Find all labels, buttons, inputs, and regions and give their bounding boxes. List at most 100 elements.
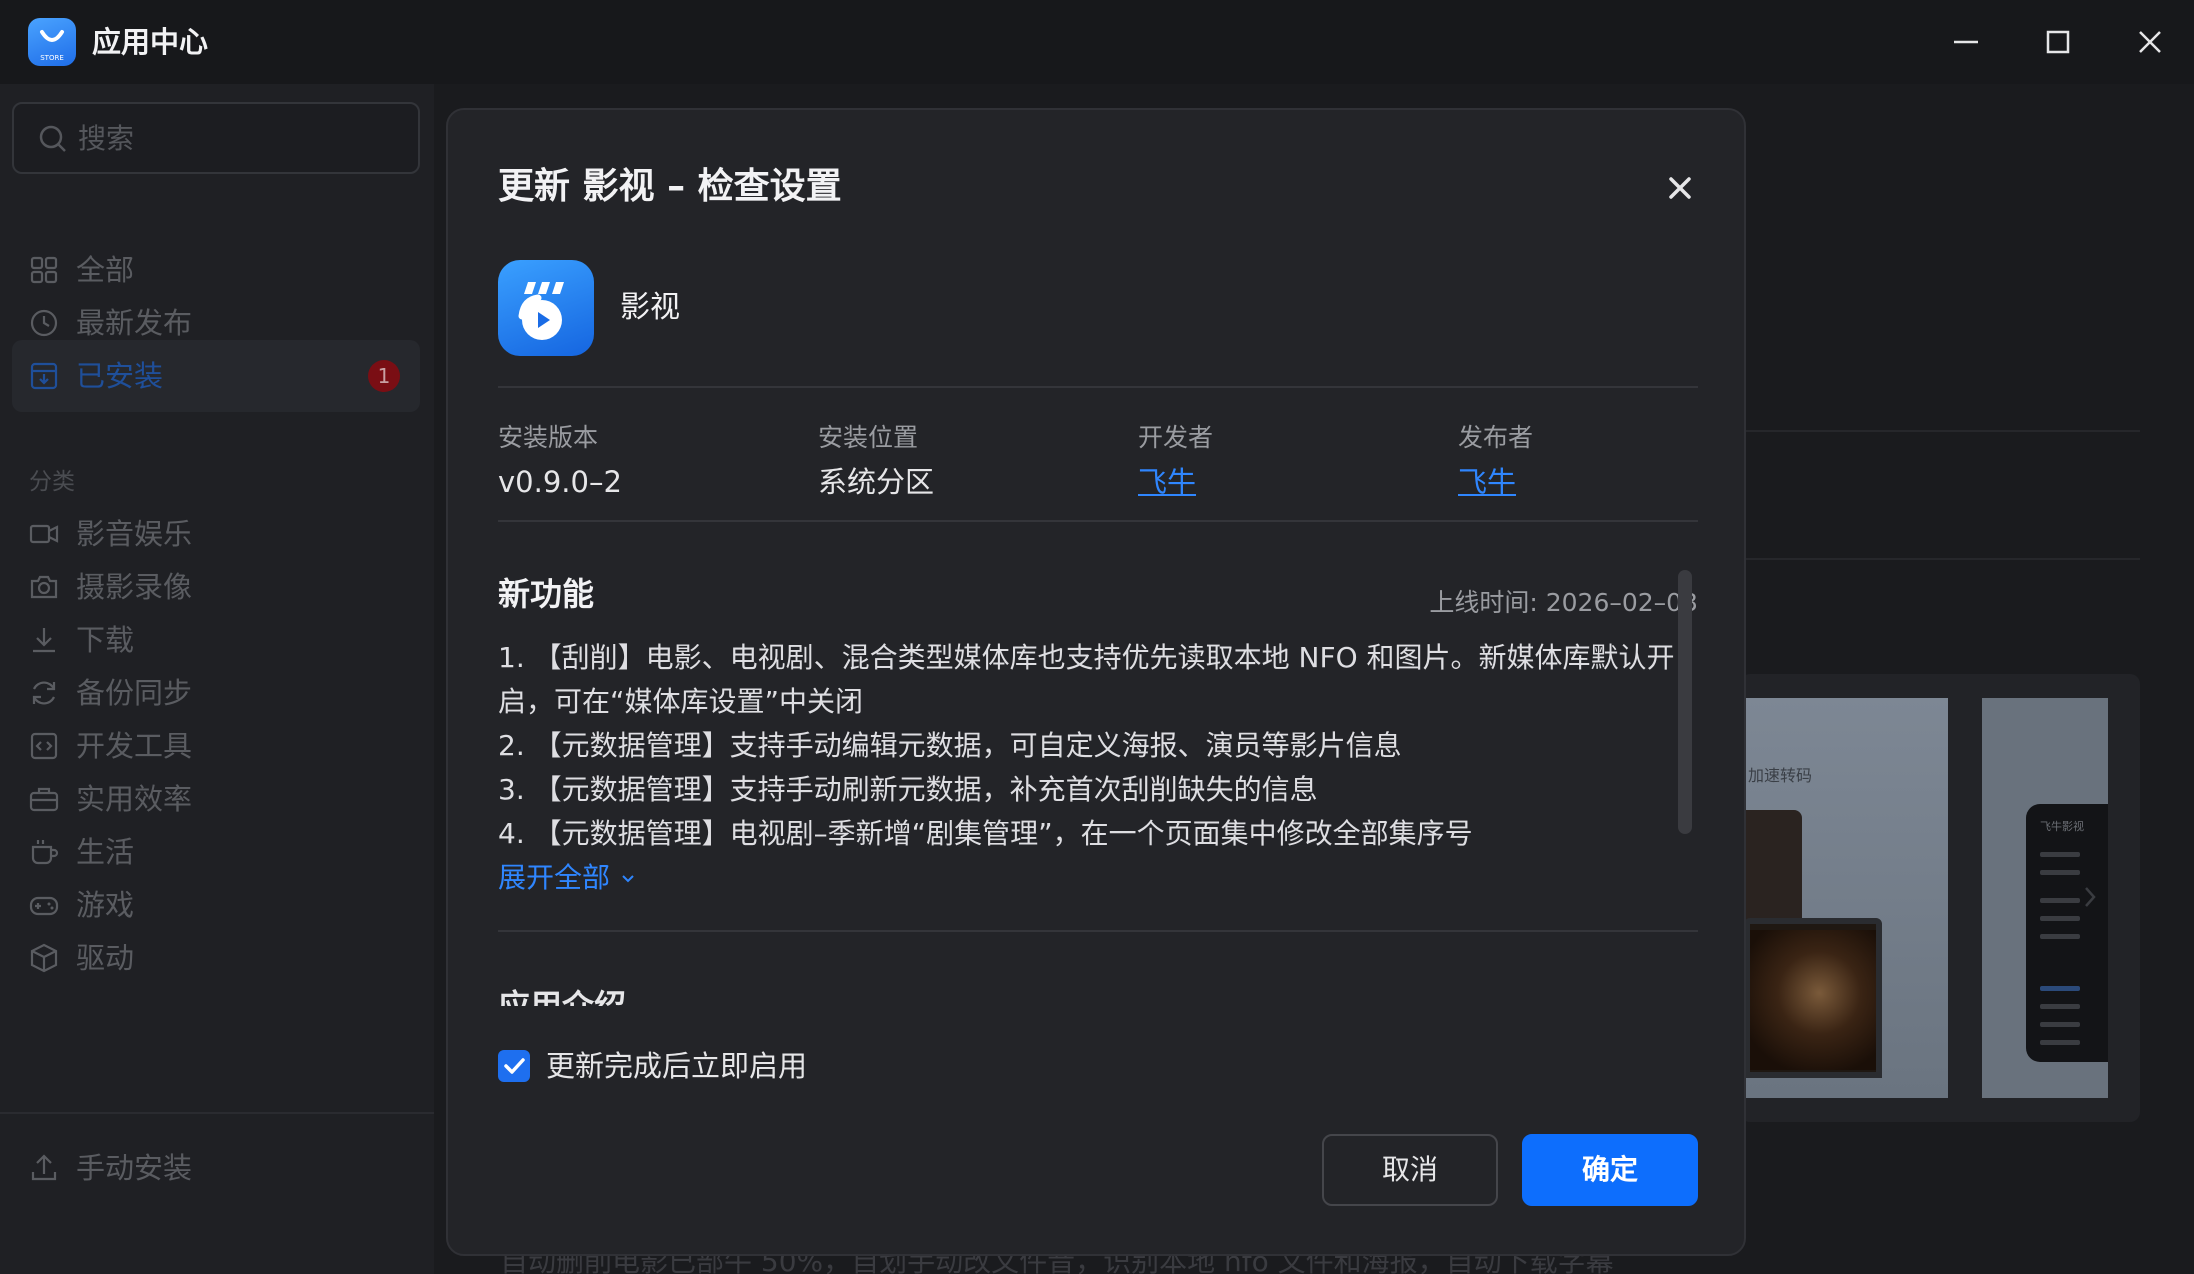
- maximize-icon: [2046, 30, 2070, 54]
- background-divider: [1746, 558, 2140, 560]
- scrollbar[interactable]: [1678, 570, 1692, 834]
- nav-item-label: 已安装: [76, 359, 164, 393]
- category-label: 摄影录像: [76, 570, 193, 604]
- code-icon: [30, 732, 58, 760]
- gamepad-icon: [29, 896, 59, 916]
- background-divider: [1746, 430, 2140, 432]
- category-label: 下载: [76, 623, 135, 657]
- screenshot-caption: 加速转码: [1748, 766, 1813, 785]
- info-label: 安装版本: [498, 423, 599, 452]
- category-heading: 分类: [29, 469, 75, 495]
- cancel-button[interactable]: 取消: [1322, 1134, 1498, 1206]
- category-label: 实用效率: [76, 782, 193, 816]
- screenshot-menu-row: [2040, 1004, 2080, 1009]
- info-label: 开发者: [1138, 423, 1214, 452]
- screenshot-menu-row: [2040, 1040, 2080, 1045]
- search-icon: [39, 125, 66, 152]
- dialog-close-button[interactable]: [1658, 166, 1702, 210]
- maximize-button[interactable]: [2036, 20, 2080, 64]
- dialog-divider: [498, 520, 1698, 522]
- screenshot-menu-row: [2040, 898, 2080, 903]
- minimize-button[interactable]: [1944, 20, 1988, 64]
- upload-icon: [31, 1154, 57, 1181]
- features-list: 1. 【刮削】电影、电视剧、混合类型媒体库也支持优先读取本地 NFO 和图片。新…: [498, 636, 1678, 856]
- expand-all-link[interactable]: 展开全部: [498, 856, 637, 900]
- developer-link[interactable]: 飞牛: [1138, 460, 1438, 504]
- feature-item: 3. 【元数据管理】支持手动刷新元数据，补充首次刮削缺失的信息: [498, 773, 1318, 806]
- feature-item: 启，可在“媒体库设置”中关闭: [498, 685, 864, 718]
- screenshot-movie-still: [1750, 930, 1876, 1070]
- screenshot-app-title: 飞牛影视: [2040, 820, 2084, 833]
- confirm-button[interactable]: 确定: [1522, 1134, 1698, 1206]
- screenshot-menu-row: [2040, 852, 2080, 857]
- info-publisher: 发布者 飞牛: [1458, 420, 1758, 504]
- app-store-logo: STORE: [28, 18, 76, 66]
- update-dialog: 更新 影视 – 检查设置 影视 安装版本 v0.9.0–2 安装位置 系统分区 …: [446, 108, 1746, 1256]
- app-name: 影视: [620, 290, 680, 325]
- download-icon: [33, 628, 55, 653]
- app-intro-heading-clipped: 应用介绍: [498, 984, 1098, 1006]
- feature-item: 1. 【刮削】电影、电视剧、混合类型媒体库也支持优先读取本地 NFO 和图片。新…: [498, 641, 1675, 674]
- nav-item-label: 最新发布: [76, 306, 193, 340]
- toolbox-icon: [29, 787, 59, 812]
- dialog-title: 更新 影视 – 检查设置: [498, 166, 842, 207]
- title-bar: STORE 应用中心: [0, 0, 2194, 84]
- release-date: 上线时间: 2026–02–03: [1429, 588, 1698, 617]
- category-label: 驱动: [76, 941, 135, 975]
- info-developer: 开发者 飞牛: [1138, 420, 1438, 504]
- info-value: 系统分区: [818, 465, 935, 499]
- close-window-button[interactable]: [2128, 20, 2172, 64]
- info-install-location: 安装位置 系统分区: [818, 420, 1118, 504]
- dialog-divider: [498, 386, 1698, 388]
- video-player-icon: [518, 282, 564, 340]
- screenshot-menu-row: [2040, 986, 2080, 991]
- video-icon: [29, 524, 59, 544]
- screenshot-menu-row: [2040, 916, 2080, 921]
- close-icon: [1669, 177, 1691, 199]
- chevron-down-icon: [622, 875, 634, 883]
- close-icon: [2139, 31, 2161, 53]
- category-drivers[interactable]: 驱动: [12, 922, 420, 994]
- clock-icon: [30, 309, 58, 337]
- search-input[interactable]: [78, 118, 398, 158]
- grid-icon: [30, 256, 58, 284]
- svg-text:STORE: STORE: [40, 54, 64, 62]
- category-label: 备份同步: [76, 676, 193, 710]
- feature-item: 4. 【元数据管理】电视剧–季新增“剧集管理”，在一个页面集中修改全部集序号: [498, 817, 1473, 850]
- cube-icon: [30, 943, 58, 973]
- category-label: 影音娱乐: [76, 517, 193, 551]
- feature-item: 2. 【元数据管理】支持手动编辑元数据，可自定义海报、演员等影片信息: [498, 729, 1402, 762]
- manual-install-label: 手动安装: [76, 1151, 193, 1185]
- window-title: 应用中心: [92, 25, 209, 59]
- info-label: 安装位置: [818, 423, 919, 452]
- sync-icon: [32, 681, 56, 705]
- minimize-icon: [1954, 40, 1978, 44]
- sidebar: 全部 最新发布 已安装 1 分类 影音娱乐 摄影录像: [0, 84, 434, 1274]
- category-label: 生活: [76, 835, 135, 869]
- category-label: 开发工具: [76, 729, 193, 763]
- camera-icon: [30, 575, 58, 599]
- update-count-badge: 1: [368, 360, 400, 392]
- cup-icon: [31, 840, 59, 865]
- search-box[interactable]: [12, 102, 420, 174]
- app-intro-heading: 应用介绍: [498, 987, 627, 1006]
- enable-after-update-label[interactable]: 更新完成后立即启用: [546, 1044, 807, 1088]
- expand-all-label: 展开全部: [498, 861, 611, 894]
- enable-after-update-checkbox[interactable]: [498, 1050, 530, 1082]
- nav-item-installed[interactable]: 已安装 1: [12, 340, 420, 412]
- new-features-heading: 新功能: [498, 575, 595, 613]
- installed-icon: [30, 362, 58, 390]
- app-icon: [498, 260, 594, 356]
- manual-install-button[interactable]: 手动安装: [12, 1132, 420, 1204]
- dialog-divider: [498, 930, 1698, 932]
- nav-item-label: 全部: [76, 253, 135, 287]
- info-installed-version: 安装版本 v0.9.0–2: [498, 420, 798, 504]
- category-label: 游戏: [76, 888, 135, 922]
- info-label: 发布者: [1458, 423, 1534, 452]
- checkmark-icon: [504, 1058, 525, 1074]
- gallery-next-icon[interactable]: [2080, 882, 2100, 912]
- publisher-link[interactable]: 飞牛: [1458, 460, 1758, 504]
- sidebar-divider: [0, 1112, 434, 1114]
- screenshot-menu-row: [2040, 870, 2080, 875]
- info-value: v0.9.0–2: [498, 465, 622, 499]
